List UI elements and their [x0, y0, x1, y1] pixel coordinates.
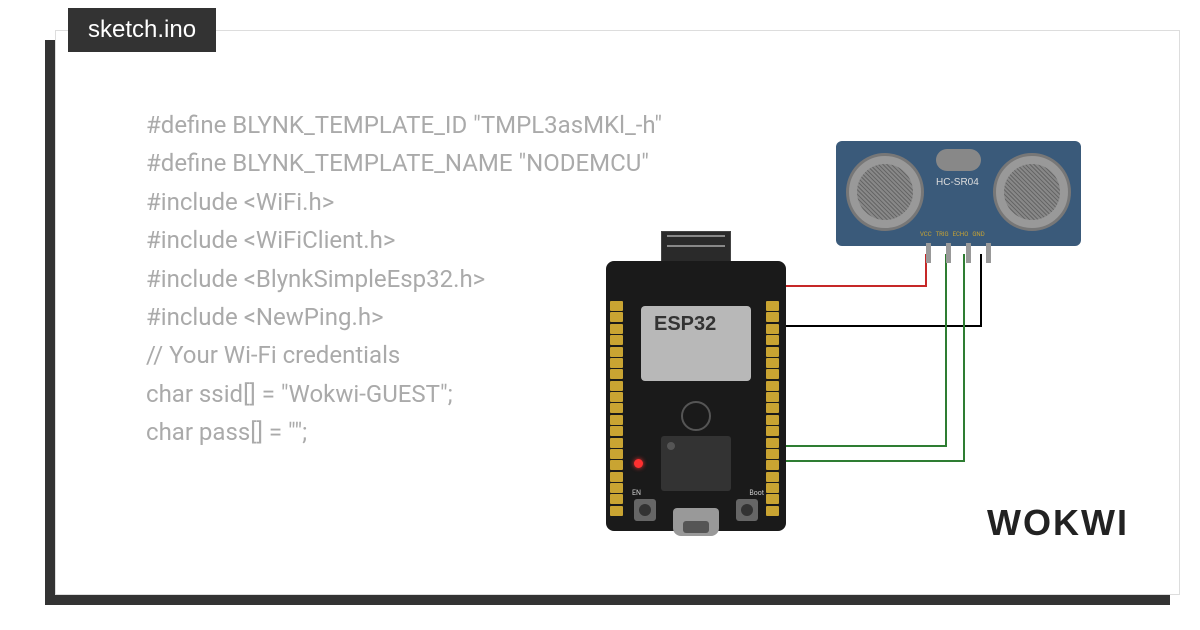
esp32-board[interactable]: ESP32 EN Boot	[606, 231, 786, 531]
hcsr04-pcb: HC-SR04 VCC TRIG ECHO GND	[836, 141, 1081, 246]
esp32-label: ESP32	[654, 313, 716, 336]
en-button-label: EN	[632, 489, 641, 497]
micro-usb-port	[673, 508, 719, 536]
main-card: #define BLYNK_TEMPLATE_ID "TMPL3asMKl_-h…	[55, 30, 1180, 595]
esp32-pcb: ESP32 EN Boot	[606, 261, 786, 531]
en-button[interactable]	[634, 499, 656, 521]
ultrasonic-transducer-rx	[993, 153, 1071, 231]
code-line: #define BLYNK_TEMPLATE_ID "TMPL3asMKl_-h…	[146, 106, 846, 144]
boot-button-label: Boot	[749, 489, 764, 497]
boot-button[interactable]	[736, 499, 758, 521]
circuit-diagram[interactable]: HC-SR04 VCC TRIG ECHO GND	[596, 141, 1116, 521]
power-led-icon	[634, 459, 643, 468]
espressif-logo-icon	[681, 401, 711, 431]
file-tab[interactable]: sketch.ino	[68, 8, 216, 52]
wokwi-logo: WOKWI	[987, 502, 1129, 544]
hcsr04-sensor[interactable]: HC-SR04 VCC TRIG ECHO GND	[836, 141, 1081, 251]
file-tab-label: sketch.ino	[88, 16, 196, 43]
esp32-usb-chip	[661, 436, 731, 491]
esp32-pins-right	[766, 301, 782, 516]
hcsr04-label: HC-SR04	[936, 177, 979, 188]
hcsr04-pins	[926, 243, 991, 263]
ultrasonic-transducer-tx	[846, 153, 924, 231]
crystal-oscillator	[936, 149, 981, 171]
esp32-pins-left	[610, 301, 626, 516]
hcsr04-pin-labels: VCC TRIG ECHO GND	[920, 231, 985, 238]
